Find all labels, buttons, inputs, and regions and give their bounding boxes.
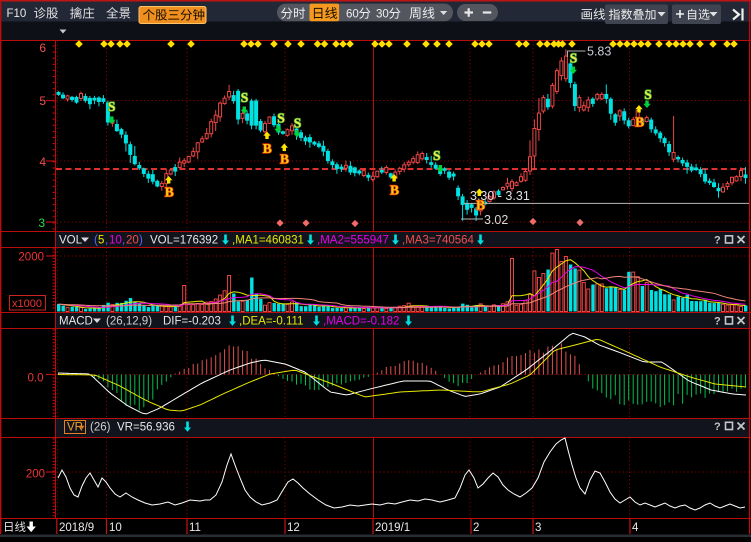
svg-text:B: B — [476, 198, 485, 213]
svg-text:B: B — [635, 115, 644, 130]
svg-text:,: , — [105, 235, 108, 247]
svg-text:,MA1=460831: ,MA1=460831 — [232, 235, 304, 247]
svg-text:3.02: 3.02 — [484, 213, 508, 227]
svg-text:,MA3=740564: ,MA3=740564 — [402, 235, 475, 247]
svg-text:DIF=-0.203: DIF=-0.203 — [163, 316, 221, 328]
svg-text:0.0: 0.0 — [28, 373, 44, 385]
svg-text:S: S — [294, 116, 302, 131]
svg-text:4: 4 — [632, 522, 639, 534]
svg-text:VR=56.936: VR=56.936 — [117, 422, 175, 434]
svg-text:?: ? — [714, 316, 721, 328]
svg-text:2019/1: 2019/1 — [375, 522, 410, 534]
svg-text:11: 11 — [189, 522, 201, 534]
svg-text:3: 3 — [38, 216, 45, 230]
svg-text:5: 5 — [98, 235, 104, 247]
svg-text:F10: F10 — [7, 8, 27, 20]
svg-text:2000: 2000 — [18, 252, 44, 264]
svg-text:?: ? — [714, 235, 721, 247]
svg-text:VOL=176392: VOL=176392 — [150, 235, 218, 247]
svg-text:200: 200 — [26, 469, 45, 481]
svg-text:6: 6 — [39, 41, 46, 55]
svg-text:20: 20 — [126, 235, 139, 247]
svg-text:?: ? — [714, 421, 721, 433]
svg-text:(26,12,9): (26,12,9) — [106, 316, 152, 328]
svg-text:S: S — [241, 90, 249, 105]
svg-text:VOL: VOL — [59, 235, 83, 247]
svg-text:B: B — [263, 141, 272, 156]
svg-text:2018/9: 2018/9 — [59, 522, 94, 534]
svg-text:5: 5 — [39, 94, 46, 108]
svg-text:MACD: MACD — [59, 316, 93, 328]
svg-text:VR: VR — [67, 422, 83, 434]
svg-text:3: 3 — [535, 522, 541, 534]
svg-text:S: S — [570, 51, 578, 66]
svg-text:S: S — [277, 111, 285, 126]
svg-text:,DEA=-0.111: ,DEA=-0.111 — [239, 316, 303, 328]
svg-text:B: B — [280, 152, 289, 167]
svg-text:S: S — [108, 99, 116, 114]
svg-text:60: 60 — [346, 8, 359, 20]
svg-text:,MA2=555947: ,MA2=555947 — [317, 235, 389, 247]
svg-text:,: , — [122, 235, 125, 247]
svg-text:10: 10 — [109, 522, 122, 534]
svg-text:): ) — [139, 235, 143, 247]
svg-text:B: B — [165, 185, 174, 200]
svg-text:,MACD=-0.182: ,MACD=-0.182 — [323, 316, 399, 328]
svg-text:5.83: 5.83 — [587, 45, 611, 59]
svg-text:S: S — [433, 148, 441, 163]
svg-text:4: 4 — [39, 155, 46, 169]
svg-text:B: B — [390, 182, 399, 197]
svg-text:(26): (26) — [90, 422, 111, 434]
svg-text:S: S — [644, 87, 652, 102]
svg-text:x1000: x1000 — [12, 298, 42, 310]
svg-text:12: 12 — [287, 522, 300, 534]
svg-text:2: 2 — [473, 522, 479, 534]
svg-text:30: 30 — [376, 8, 389, 20]
svg-text:10: 10 — [109, 235, 122, 247]
